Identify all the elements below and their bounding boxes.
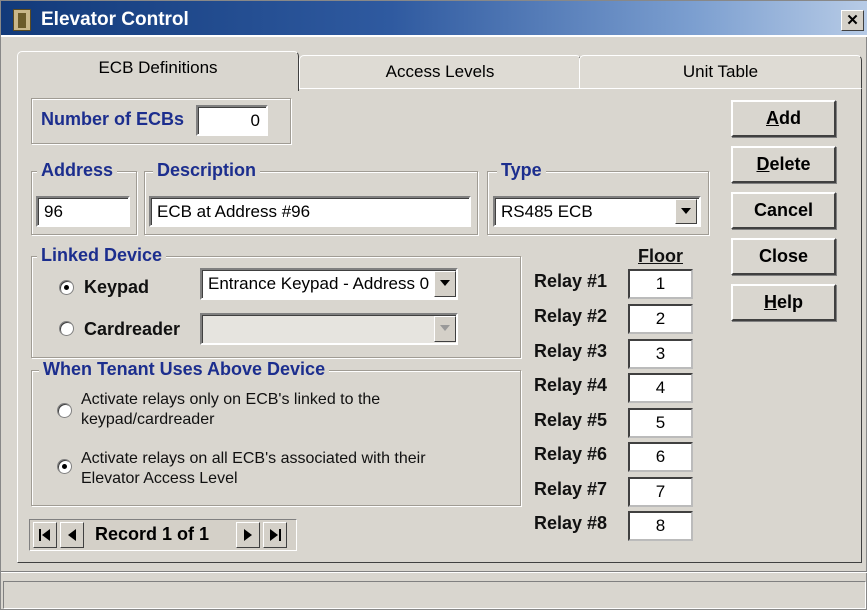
help-button[interactable]: Help bbox=[731, 284, 836, 321]
add-button-accel: A bbox=[766, 108, 779, 128]
delete-button-accel: D bbox=[756, 154, 770, 174]
ecb-count-label: Number of ECBs bbox=[41, 109, 185, 129]
cardreader-dropdown-arrow-icon[interactable] bbox=[434, 316, 456, 342]
first-record-icon bbox=[39, 529, 50, 541]
status-bar bbox=[3, 581, 866, 609]
cardreader-label: Cardreader bbox=[84, 319, 181, 339]
relay-8-label: Relay #8 bbox=[534, 513, 608, 533]
help-button-accel: H bbox=[763, 292, 777, 312]
relays-access-level-radio[interactable] bbox=[57, 459, 72, 474]
previous-record-button[interactable] bbox=[60, 522, 84, 548]
close-button[interactable]: Close bbox=[731, 238, 836, 275]
tab-access-levels[interactable]: Access Levels bbox=[299, 55, 581, 89]
tab-ecb-definitions[interactable]: ECB Definitions bbox=[17, 51, 299, 91]
last-record-button[interactable] bbox=[263, 522, 287, 548]
relay-7-floor-field[interactable]: 7 bbox=[628, 477, 693, 507]
description-label: Description bbox=[153, 160, 261, 181]
relay-3-label: Relay #3 bbox=[534, 341, 608, 361]
relays-linked-line2: keypad/cardreader bbox=[81, 411, 215, 428]
address-label: Address bbox=[37, 160, 118, 181]
help-button-label: elp bbox=[776, 292, 803, 312]
relay-2-label: Relay #2 bbox=[534, 306, 608, 326]
delete-button-label: elete bbox=[769, 154, 811, 174]
last-record-icon bbox=[270, 529, 281, 541]
add-button-label: dd bbox=[779, 108, 801, 128]
type-select[interactable]: RS485 ECB bbox=[493, 196, 701, 227]
relay-7-label: Relay #7 bbox=[534, 479, 608, 499]
relay-5-floor-field[interactable]: 5 bbox=[628, 408, 693, 438]
status-separator bbox=[1, 571, 867, 573]
tab-unit-table[interactable]: Unit Table bbox=[579, 55, 862, 89]
relays-access-level-line1: Activate relays on all ECB's associated … bbox=[81, 450, 426, 467]
cardreader-select[interactable] bbox=[200, 313, 458, 345]
next-record-button[interactable] bbox=[236, 522, 260, 548]
relay-5-label: Relay #5 bbox=[534, 410, 608, 430]
record-position-text: Record 1 of 1 bbox=[95, 524, 210, 544]
relay-4-label: Relay #4 bbox=[534, 375, 608, 395]
relay-6-floor-field[interactable]: 6 bbox=[628, 442, 693, 472]
type-label: Type bbox=[497, 160, 546, 181]
relay-3-floor-field[interactable]: 3 bbox=[628, 339, 693, 369]
floor-header: Floor bbox=[638, 246, 683, 266]
keypad-radio[interactable] bbox=[59, 280, 74, 295]
relays-linked-line1: Activate relays only on ECB's linked to … bbox=[81, 391, 381, 408]
relays-access-level-line2: Elevator Access Level bbox=[81, 470, 238, 487]
relay-8-floor-field[interactable]: 8 bbox=[628, 511, 693, 541]
delete-button[interactable]: Delete bbox=[731, 146, 836, 183]
linked-device-label: Linked Device bbox=[37, 245, 167, 266]
relay-2-floor-field[interactable]: 2 bbox=[628, 304, 693, 334]
cardreader-radio[interactable] bbox=[59, 321, 74, 336]
type-dropdown-arrow-icon[interactable] bbox=[675, 199, 697, 224]
previous-record-icon bbox=[68, 529, 76, 541]
cancel-button[interactable]: Cancel bbox=[731, 192, 836, 229]
ecb-count-field[interactable]: 0 bbox=[196, 105, 268, 136]
keypad-label: Keypad bbox=[84, 277, 150, 297]
window-title: Elevator Control bbox=[41, 9, 189, 30]
relay-1-floor-field[interactable]: 1 bbox=[628, 269, 693, 299]
tenant-action-label: When Tenant Uses Above Device bbox=[39, 359, 330, 380]
description-field[interactable]: ECB at Address #96 bbox=[149, 196, 471, 227]
title-bar: Elevator Control ✕ bbox=[1, 1, 867, 37]
keypad-select[interactable]: Entrance Keypad - Address 0 bbox=[200, 268, 458, 300]
next-record-icon bbox=[244, 529, 252, 541]
keypad-dropdown-arrow-icon[interactable] bbox=[434, 271, 456, 297]
record-navigator: Record 1 of 1 bbox=[29, 519, 297, 551]
close-window-button[interactable]: ✕ bbox=[841, 10, 864, 31]
elevator-control-window: Elevator Control ✕ Access Levels Unit Ta… bbox=[0, 0, 867, 610]
relays-linked-radio[interactable] bbox=[57, 403, 72, 418]
first-record-button[interactable] bbox=[33, 522, 57, 548]
relay-1-label: Relay #1 bbox=[534, 271, 608, 291]
relay-6-label: Relay #6 bbox=[534, 444, 608, 464]
elevator-app-icon bbox=[13, 9, 31, 31]
address-field[interactable]: 96 bbox=[36, 196, 130, 227]
add-button[interactable]: Add bbox=[731, 100, 836, 137]
relay-4-floor-field[interactable]: 4 bbox=[628, 373, 693, 403]
